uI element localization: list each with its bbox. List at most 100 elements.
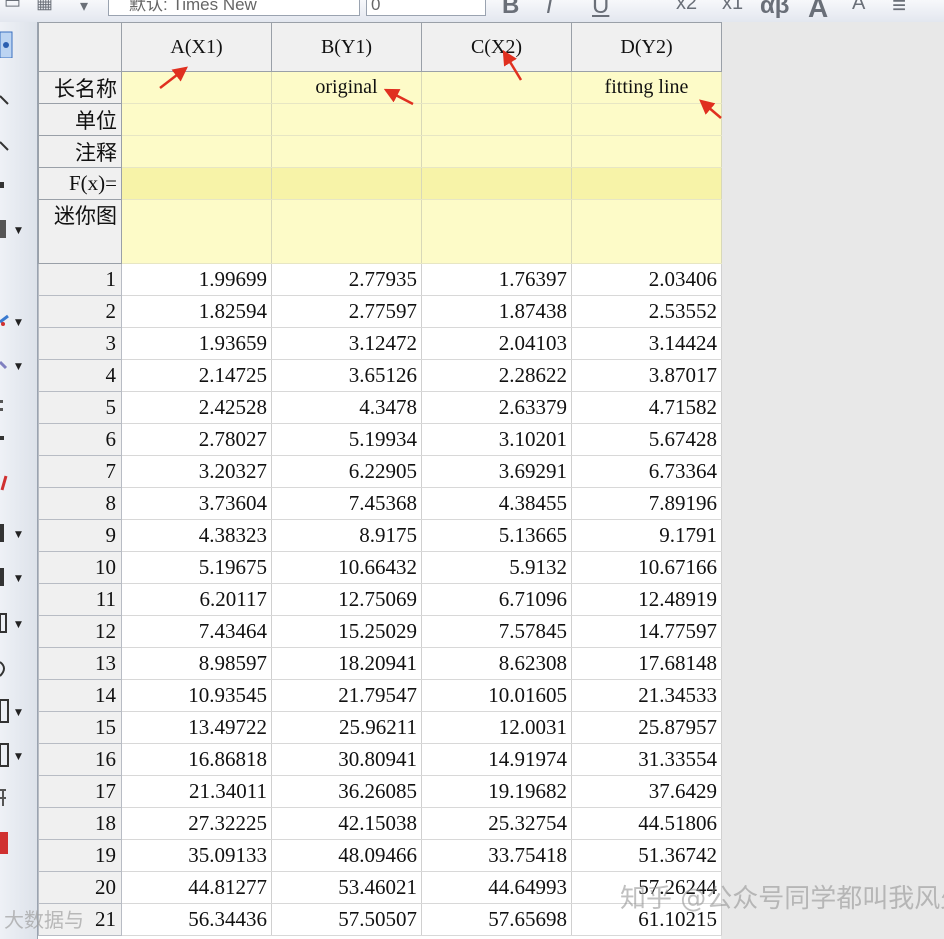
data-cell[interactable]: 18.20941 — [271, 647, 422, 680]
data-cell[interactable]: 10.01605 — [421, 679, 572, 712]
data-cell[interactable]: 3.65126 — [271, 359, 422, 392]
subscript-button[interactable]: x1 — [722, 0, 743, 15]
zoom-tool[interactable] — [0, 90, 30, 118]
meta-cell[interactable] — [571, 103, 722, 136]
data-cell[interactable]: 42.15038 — [271, 807, 422, 840]
meta-cell[interactable] — [121, 71, 272, 104]
data-cell[interactable]: 25.87957 — [571, 711, 722, 744]
underline-button[interactable]: U — [592, 0, 609, 20]
font-grow-button[interactable]: A — [808, 0, 828, 22]
row-label[interactable]: F(x)= — [38, 167, 122, 200]
open-icon[interactable]: ▦ — [36, 0, 53, 13]
data-cell[interactable]: 5.19675 — [121, 551, 272, 584]
data-cell[interactable]: 51.36742 — [571, 839, 722, 872]
data-cell[interactable]: 7.43464 — [121, 615, 272, 648]
rectangle-tool[interactable]: ▼ — [0, 610, 30, 638]
meta-cell[interactable]: original — [271, 71, 422, 104]
data-cell[interactable]: 27.32225 — [121, 807, 272, 840]
select-all-corner[interactable] — [38, 22, 122, 72]
data-cell[interactable]: 3.73604 — [121, 487, 272, 520]
data-cell[interactable]: 10.93545 — [121, 679, 272, 712]
row-number[interactable]: 16 — [38, 743, 122, 776]
font-shrink-button[interactable]: A — [852, 0, 865, 15]
align-button[interactable]: ≡ — [892, 0, 906, 20]
data-cell[interactable]: 21.79547 — [271, 679, 422, 712]
data-cell[interactable]: 7.57845 — [421, 615, 572, 648]
data-cell[interactable]: 6.22905 — [271, 455, 422, 488]
equation-tool[interactable] — [0, 784, 30, 812]
draw-data-tool[interactable] — [0, 394, 30, 422]
data-cell[interactable]: 8.62308 — [421, 647, 572, 680]
data-cell[interactable]: 10.66432 — [271, 551, 422, 584]
meta-cell[interactable]: fitting line — [571, 71, 722, 104]
row-number[interactable]: 17 — [38, 775, 122, 808]
data-cell[interactable]: 56.34436 — [121, 903, 272, 936]
insert-table-tool[interactable]: ▼ — [0, 742, 30, 770]
data-cell[interactable]: 1.76397 — [421, 263, 572, 296]
data-cell[interactable]: 2.77935 — [271, 263, 422, 296]
meta-cell[interactable] — [121, 199, 272, 264]
data-cell[interactable]: 36.26085 — [271, 775, 422, 808]
data-selector-tool[interactable]: ▼ — [0, 216, 30, 244]
meta-cell[interactable] — [121, 135, 272, 168]
data-cell[interactable]: 2.77597 — [271, 295, 422, 328]
row-label[interactable]: 单位 — [38, 103, 122, 136]
superscript-button[interactable]: x2 — [676, 0, 697, 15]
point-tool[interactable] — [0, 426, 30, 454]
data-cell[interactable]: 6.73364 — [571, 455, 722, 488]
data-cell[interactable]: 25.96211 — [271, 711, 422, 744]
row-number[interactable]: 1 — [38, 263, 122, 296]
data-cell[interactable]: 2.04103 — [421, 327, 572, 360]
toolbar-dropdown-icon[interactable]: ▾ — [80, 0, 88, 16]
data-cell[interactable]: 10.67166 — [571, 551, 722, 584]
row-number[interactable]: 7 — [38, 455, 122, 488]
column-header[interactable]: B(Y1) — [271, 22, 422, 72]
meta-cell[interactable] — [421, 71, 572, 104]
font-size-select[interactable]: 0 — [366, 0, 486, 16]
data-cell[interactable]: 3.10201 — [421, 423, 572, 456]
row-number[interactable]: 13 — [38, 647, 122, 680]
column-header[interactable]: D(Y2) — [571, 22, 722, 72]
row-number[interactable]: 6 — [38, 423, 122, 456]
column-header[interactable]: A(X1) — [121, 22, 272, 72]
row-number[interactable]: 11 — [38, 583, 122, 616]
meta-cell[interactable] — [271, 103, 422, 136]
meta-cell[interactable] — [271, 167, 422, 200]
data-cell[interactable]: 44.64993 — [421, 871, 572, 904]
row-number[interactable]: 10 — [38, 551, 122, 584]
data-cell[interactable]: 2.53552 — [571, 295, 722, 328]
row-number[interactable]: 20 — [38, 871, 122, 904]
region-tool[interactable] — [0, 654, 30, 682]
data-cell[interactable]: 14.91974 — [421, 743, 572, 776]
data-cell[interactable]: 3.12472 — [271, 327, 422, 360]
data-cell[interactable]: 7.89196 — [571, 487, 722, 520]
scale-tool[interactable] — [0, 134, 30, 162]
reader-tool[interactable] — [0, 172, 30, 200]
meta-cell[interactable] — [271, 135, 422, 168]
italic-button[interactable]: I — [546, 0, 553, 20]
data-cell[interactable]: 7.45368 — [271, 487, 422, 520]
data-cell[interactable]: 35.09133 — [121, 839, 272, 872]
data-cell[interactable]: 12.0031 — [421, 711, 572, 744]
insert-graph-tool[interactable]: ▼ — [0, 698, 30, 726]
data-cell[interactable]: 3.69291 — [421, 455, 572, 488]
data-cell[interactable]: 19.19682 — [421, 775, 572, 808]
data-cell[interactable]: 13.49722 — [121, 711, 272, 744]
data-cell[interactable]: 53.46021 — [271, 871, 422, 904]
data-cell[interactable]: 25.32754 — [421, 807, 572, 840]
data-cell[interactable]: 1.93659 — [121, 327, 272, 360]
meta-cell[interactable] — [121, 103, 272, 136]
bold-button[interactable]: B — [502, 0, 519, 20]
data-cell[interactable]: 31.33554 — [571, 743, 722, 776]
data-cell[interactable]: 8.9175 — [271, 519, 422, 552]
data-cell[interactable]: 5.9132 — [421, 551, 572, 584]
row-number[interactable]: 8 — [38, 487, 122, 520]
data-cell[interactable]: 5.19934 — [271, 423, 422, 456]
data-cell[interactable]: 2.42528 — [121, 391, 272, 424]
data-cell[interactable]: 4.38323 — [121, 519, 272, 552]
row-number[interactable]: 18 — [38, 807, 122, 840]
meta-cell[interactable] — [571, 135, 722, 168]
data-cell[interactable]: 1.99699 — [121, 263, 272, 296]
row-number[interactable]: 19 — [38, 839, 122, 872]
greek-button[interactable]: αβ — [760, 0, 789, 20]
